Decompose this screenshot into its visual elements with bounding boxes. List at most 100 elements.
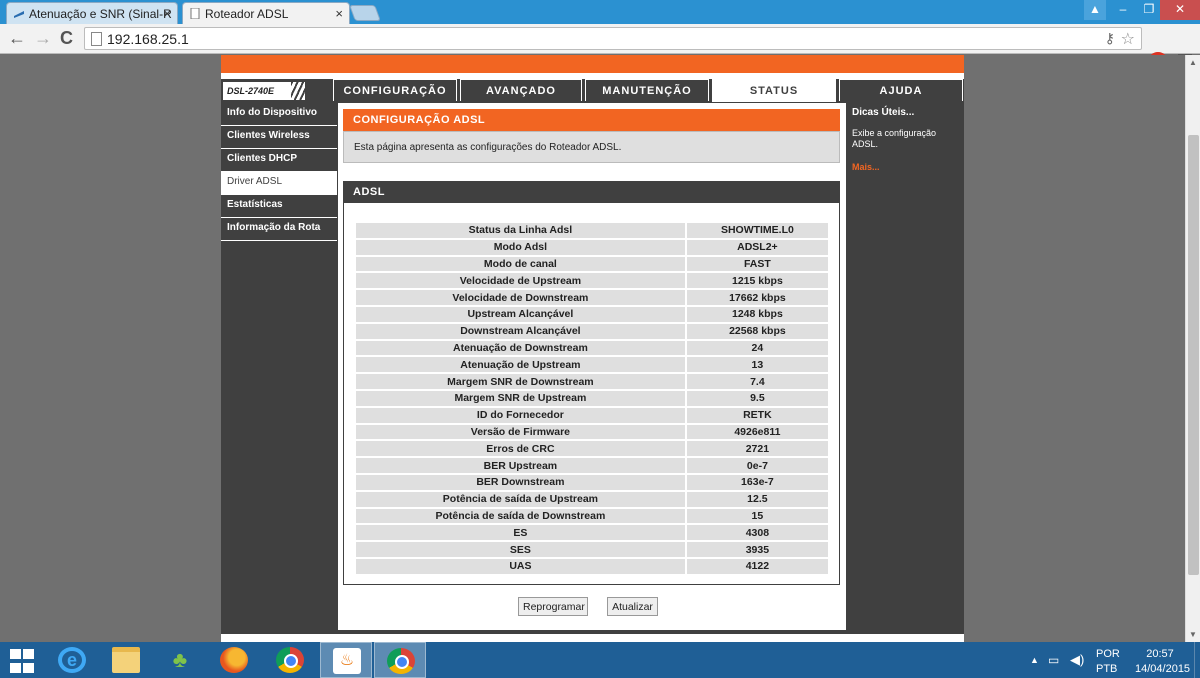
- taskbar-internet-explorer[interactable]: e: [46, 642, 98, 678]
- tab-title: Atenuação e SNR (Sinal-R: [29, 7, 172, 21]
- tab-manutencao[interactable]: MANUTENÇÃO: [585, 79, 709, 101]
- model-name: DSL-2740E: [227, 86, 275, 96]
- key-icon[interactable]: ⚷: [1105, 30, 1115, 47]
- windows-logo-icon: [10, 649, 38, 675]
- address-bar[interactable]: 192.168.25.1 ⚷ ☆: [84, 27, 1142, 50]
- table-row: Upstream Alcançável 1248 kbps: [356, 306, 828, 322]
- adsl-table-title: ADSL: [343, 181, 840, 203]
- table-row: Status da Linha Adsl SHOWTIME.L0: [356, 223, 828, 238]
- chrome-icon: [387, 648, 415, 674]
- close-window-button[interactable]: ✕: [1160, 0, 1200, 20]
- chrome-icon: [276, 647, 304, 673]
- page-icon: [91, 32, 102, 46]
- sidebar-item-device-info[interactable]: Info do Dispositivo: [221, 103, 337, 126]
- sidebar-item-adsl-driver[interactable]: Driver ADSL: [221, 172, 337, 195]
- row-value: 1248 kbps: [686, 306, 828, 322]
- tab-close-icon[interactable]: ×: [163, 6, 171, 21]
- row-label: Margem SNR de Downstream: [356, 374, 685, 389]
- row-value: 24: [686, 340, 828, 356]
- model-label: DSL-2740E: [223, 82, 305, 100]
- forward-icon[interactable]: →: [34, 28, 52, 49]
- bookmark-star-icon[interactable]: ☆: [1121, 29, 1135, 49]
- adsl-status-table: Status da Linha Adsl SHOWTIME.L0 Modo Adsl…: [354, 221, 830, 576]
- table-row: Velocidade de Upstream 1215 kbps: [356, 273, 828, 289]
- row-label: SES: [356, 542, 685, 557]
- table-row: UAS 4122: [356, 558, 828, 574]
- tab-close-icon[interactable]: ×: [335, 6, 343, 21]
- taskbar-people[interactable]: ♣: [154, 642, 206, 678]
- table-row: Potência de saída de Upstream 12.5: [356, 491, 828, 507]
- vertical-scrollbar[interactable]: ▲ ▼: [1185, 55, 1200, 642]
- language-code: POR: [1096, 648, 1120, 660]
- row-value: ADSL2+: [686, 239, 828, 255]
- new-tab-button[interactable]: [349, 5, 381, 21]
- maximize-button[interactable]: ❐: [1136, 0, 1162, 20]
- tab-configuracao[interactable]: CONFIGURAÇÃO: [333, 79, 457, 101]
- row-label: Modo de canal: [356, 256, 685, 272]
- hints-title: Dicas Úteis...: [852, 107, 915, 118]
- url-text[interactable]: 192.168.25.1: [107, 31, 189, 47]
- browser-title-bar: Atenuação e SNR (Sinal-R × Roteador ADSL…: [0, 0, 1200, 24]
- sidebar-item-dhcp-clients[interactable]: Clientes DHCP: [221, 149, 337, 172]
- back-icon[interactable]: ←: [8, 28, 26, 49]
- row-value: 7.4: [686, 374, 828, 389]
- browser-tab-router[interactable]: Roteador ADSL ×: [182, 2, 350, 24]
- show-desktop-button[interactable]: [1194, 642, 1200, 678]
- keyboard-layout: PTB: [1096, 663, 1118, 675]
- table-row: Downstream Alcançável 22568 kbps: [356, 323, 828, 339]
- table-row: Versão de Firmware 4926e811: [356, 424, 828, 440]
- hints-more-link[interactable]: Mais...: [852, 162, 960, 172]
- volume-icon[interactable]: ◀): [1070, 652, 1084, 668]
- row-label: Modo Adsl: [356, 239, 685, 255]
- section-title: CONFIGURAÇÃO ADSL: [343, 109, 840, 131]
- row-value: 2721: [686, 441, 828, 457]
- row-label: ID do Fornecedor: [356, 407, 685, 423]
- table-row: Margem SNR de Downstream 7.4: [356, 374, 828, 389]
- refresh-button[interactable]: Atualizar: [607, 597, 658, 616]
- folder-icon: [112, 647, 140, 673]
- scroll-up-arrow-icon[interactable]: ▲: [1189, 58, 1197, 67]
- start-button[interactable]: [0, 642, 52, 678]
- row-label: BER Upstream: [356, 458, 685, 473]
- sidebar-item-route-info[interactable]: Informação da Rota: [221, 218, 337, 241]
- row-label: Upstream Alcançável: [356, 306, 685, 322]
- page-icon: [190, 8, 200, 19]
- tab-ajuda[interactable]: AJUDA: [839, 79, 963, 101]
- row-label: Versão de Firmware: [356, 424, 685, 440]
- taskbar-chrome-active[interactable]: [374, 642, 426, 678]
- tab-title: Roteador ADSL: [205, 7, 289, 21]
- scroll-down-arrow-icon[interactable]: ▼: [1189, 630, 1197, 639]
- tab-status[interactable]: STATUS: [712, 78, 836, 102]
- sidebar-item-statistics[interactable]: Estatísticas: [221, 195, 337, 218]
- browser-tab-attenuation[interactable]: Atenuação e SNR (Sinal-R ×: [6, 2, 178, 24]
- network-icon[interactable]: ▭: [1048, 653, 1059, 667]
- row-value: 17662 kbps: [686, 290, 828, 305]
- sidebar-item-wireless-clients[interactable]: Clientes Wireless: [221, 126, 337, 149]
- row-value: SHOWTIME.L0: [686, 223, 828, 238]
- tray-overflow-icon[interactable]: ▲: [1030, 655, 1039, 665]
- input-language[interactable]: POR PTB: [1096, 647, 1120, 677]
- scroll-thumb[interactable]: [1188, 135, 1199, 575]
- taskbar-chrome[interactable]: [264, 642, 316, 678]
- header-banner: [221, 55, 964, 73]
- tab-avancado[interactable]: AVANÇADO: [460, 79, 582, 101]
- table-row: BER Upstream 0e-7: [356, 458, 828, 473]
- taskbar-firefox[interactable]: [208, 642, 260, 678]
- windows-taskbar: e ♣ ♨ ▲ ▭ ◀) POR PTB 20:57 14/04/2015: [0, 642, 1200, 678]
- row-label: Velocidade de Downstream: [356, 290, 685, 305]
- table-row: SES 3935: [356, 542, 828, 557]
- reprogram-button[interactable]: Reprogramar: [518, 597, 588, 616]
- row-label: Atenuação de Downstream: [356, 340, 685, 356]
- clock[interactable]: 20:57 14/04/2015: [1135, 647, 1190, 677]
- row-value: RETK: [686, 407, 828, 423]
- taskbar-file-explorer[interactable]: [100, 642, 152, 678]
- minimize-button[interactable]: –: [1110, 0, 1136, 20]
- taskbar-java[interactable]: ♨: [320, 642, 372, 678]
- model-slash-decoration: [291, 82, 305, 100]
- table-row: Modo Adsl ADSL2+: [356, 239, 828, 255]
- footer-strip: [221, 630, 964, 642]
- reload-icon[interactable]: C: [60, 28, 73, 49]
- main-content: CONFIGURAÇÃO ADSL Esta página apresenta …: [338, 103, 846, 630]
- user-profile-icon[interactable]: ▲: [1084, 0, 1106, 20]
- row-value: 9.5: [686, 390, 828, 406]
